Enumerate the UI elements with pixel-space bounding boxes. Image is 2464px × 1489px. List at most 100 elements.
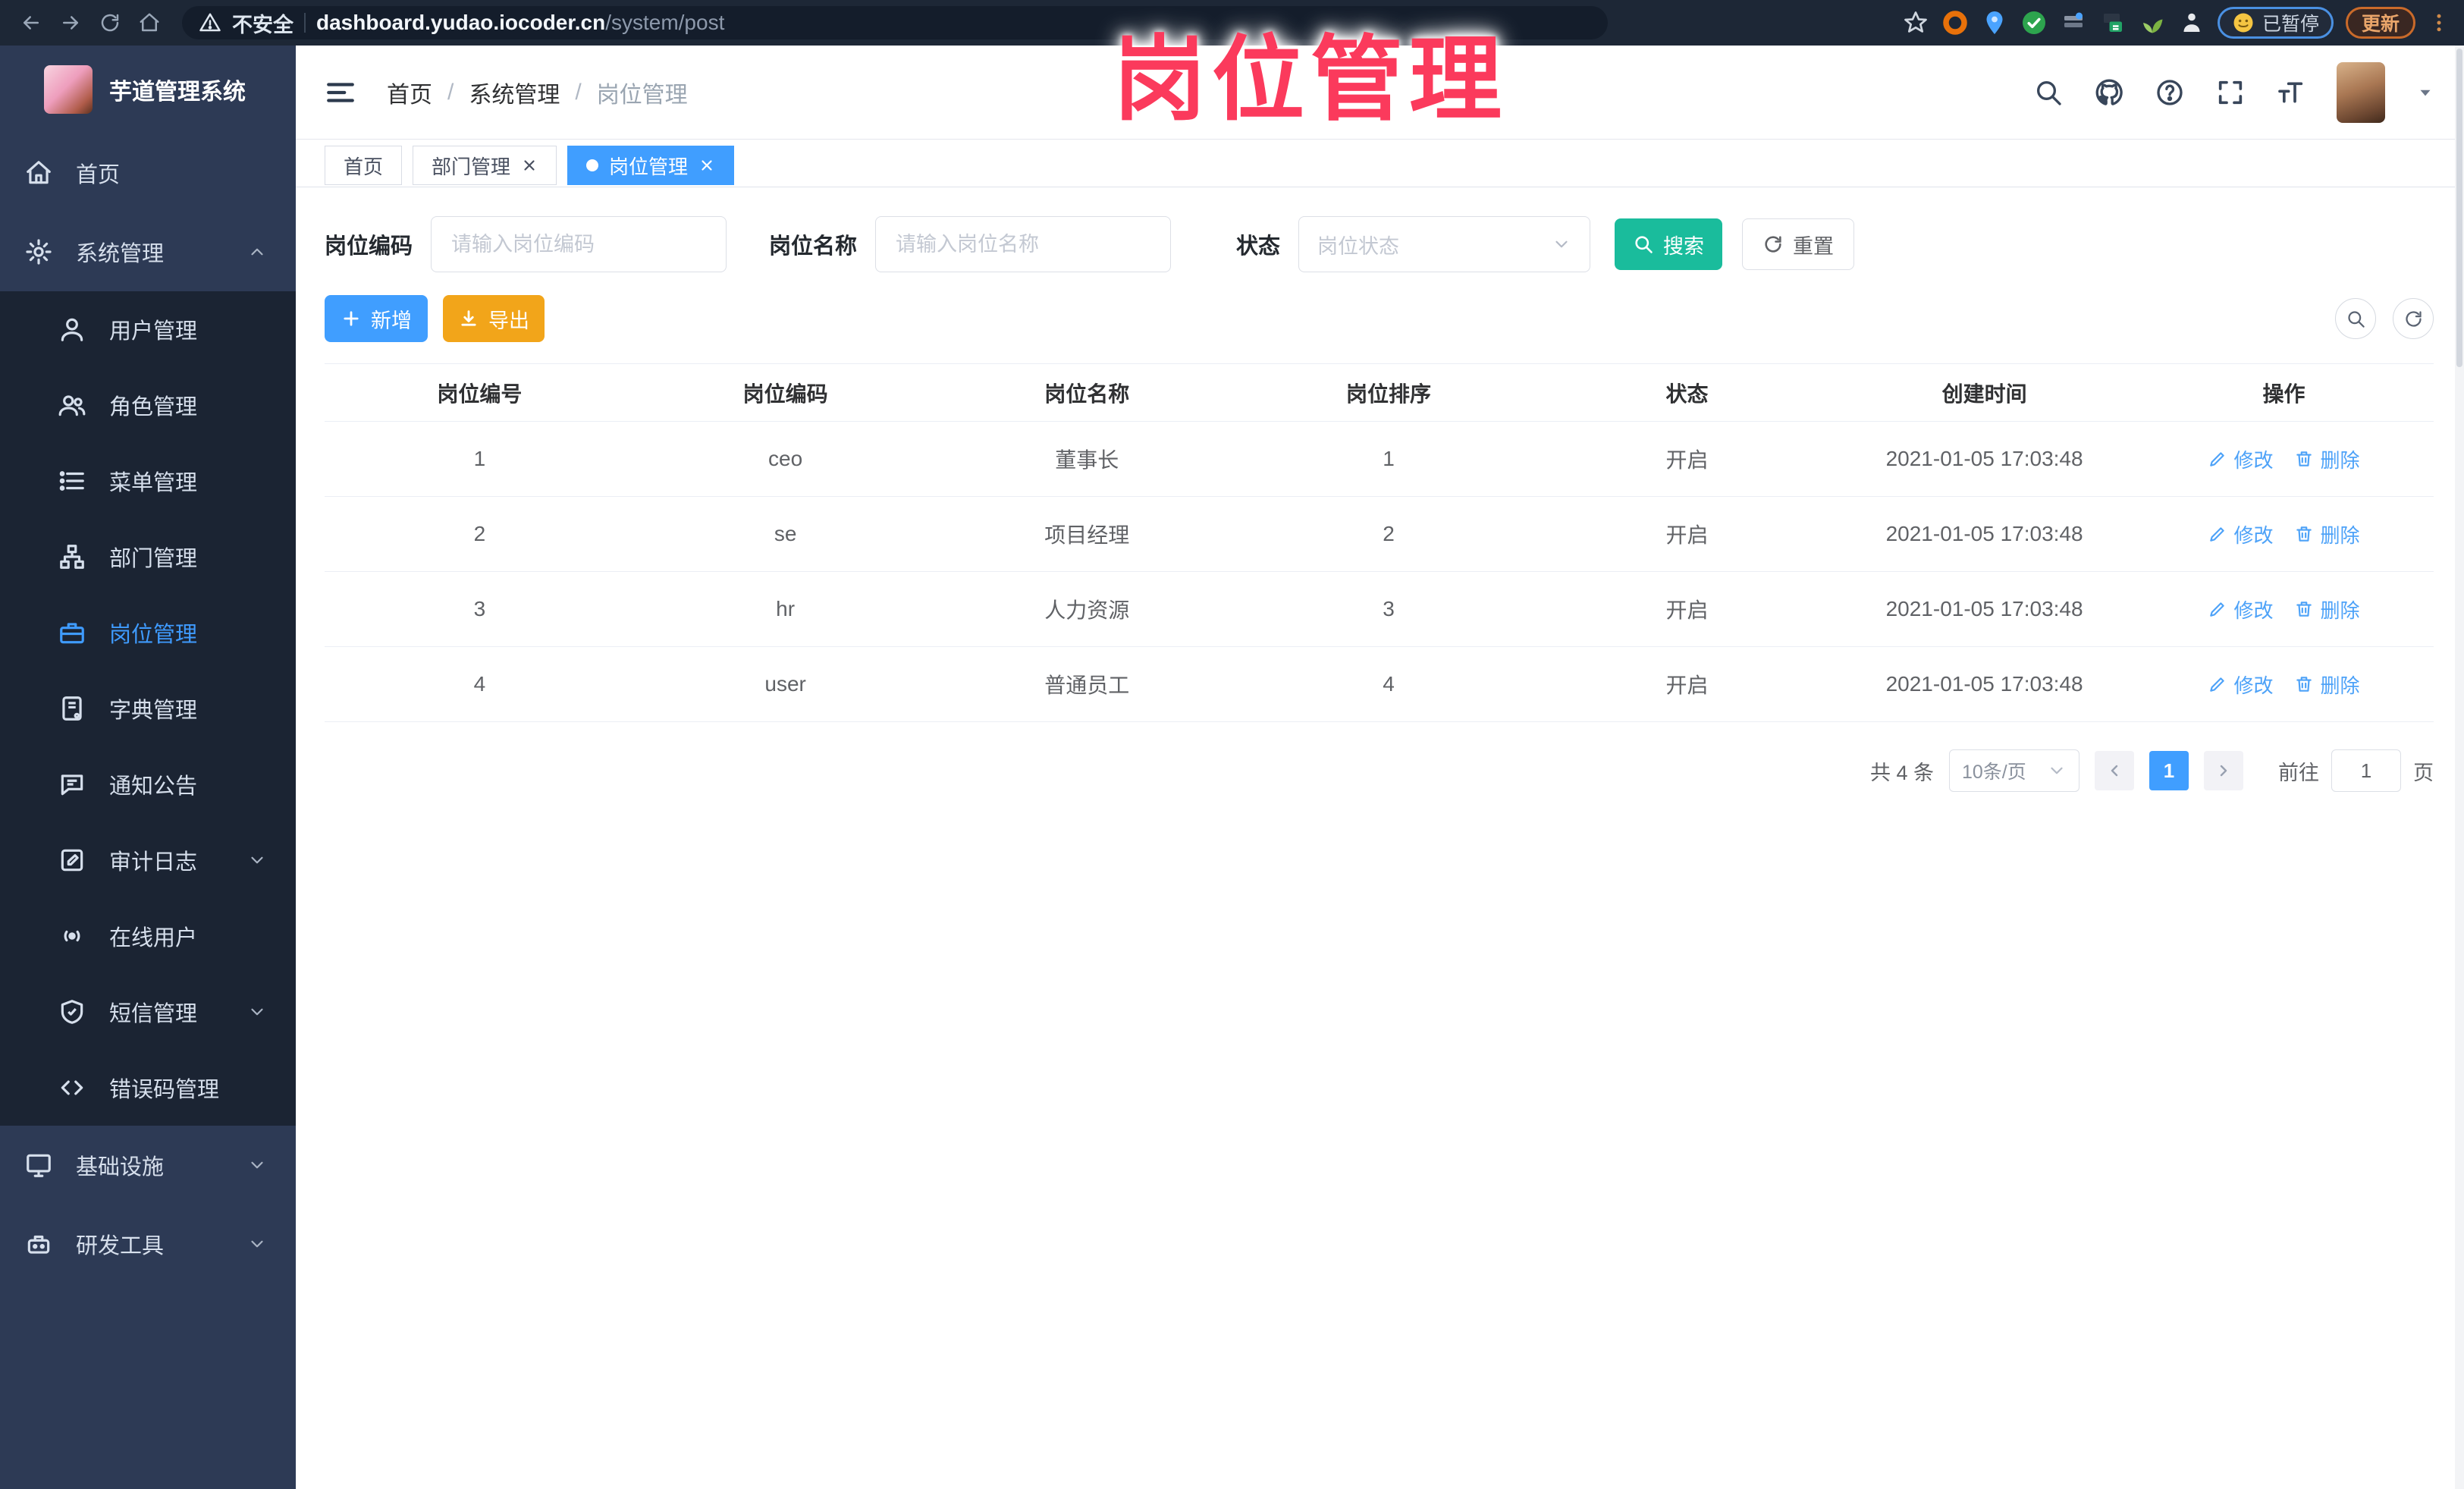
sidebar-item-error-code[interactable]: 错误码管理: [0, 1050, 296, 1126]
browser-extensions-area: 已暂停 更新: [1902, 7, 2450, 39]
breadcrumb-separator: /: [447, 79, 454, 105]
user-icon: [58, 315, 86, 344]
page-size-select[interactable]: 10条/页: [1949, 749, 2079, 792]
search-button[interactable]: 搜索: [1615, 218, 1723, 270]
edit-label: 修改: [2233, 523, 2274, 547]
browser-reload-icon[interactable]: [93, 5, 127, 40]
sidebar-toggle-icon[interactable]: [325, 77, 356, 108]
page-scrollbar[interactable]: [2455, 46, 2464, 1489]
chevron-right-icon: [2214, 762, 2233, 780]
add-button[interactable]: 新增: [325, 295, 428, 342]
sidebar-item-post-management[interactable]: 岗位管理: [0, 595, 296, 671]
sidebar-item-notice[interactable]: 通知公告: [0, 746, 296, 822]
export-button[interactable]: 导出: [443, 295, 545, 342]
cell-post-id: 2: [473, 522, 486, 545]
prev-page-button[interactable]: [2095, 751, 2134, 790]
breadcrumb: 首页 / 系统管理 / 岗位管理: [387, 76, 688, 109]
next-page-button[interactable]: [2204, 751, 2243, 790]
scrollbar-thumb[interactable]: [2456, 49, 2462, 367]
sidebar-item-infrastructure[interactable]: 基础设施: [0, 1126, 296, 1205]
close-icon[interactable]: [698, 157, 715, 174]
breadcrumb-item-home[interactable]: 首页: [387, 76, 432, 109]
sidebar-item-user-management[interactable]: 用户管理: [0, 291, 296, 367]
sidebar-item-system-management[interactable]: 系统管理: [0, 212, 296, 291]
sidebar-item-role-management[interactable]: 角色管理: [0, 367, 296, 443]
cell-actions: 修改 删除: [2134, 595, 2434, 624]
sidebar-item-label: 审计日志: [109, 850, 198, 875]
col-post-name: 岗位名称: [1044, 382, 1130, 406]
github-icon[interactable]: [2094, 77, 2124, 108]
tab-label: 部门管理: [432, 155, 511, 178]
white-puzzle-extension-icon[interactable]: [2178, 9, 2205, 36]
font-size-icon[interactable]: [2276, 77, 2306, 108]
app-title: 芋道管理系统: [109, 80, 246, 105]
browser-back-icon[interactable]: [14, 5, 49, 40]
reset-button-label: 重置: [1793, 234, 1835, 258]
gray-keyboard-extension-icon[interactable]: [2060, 9, 2087, 36]
cell-post-name: 人力资源: [1044, 598, 1130, 622]
tab-label: 首页: [344, 155, 384, 178]
export-button-label: 导出: [488, 309, 529, 332]
tab-dept-management[interactable]: 部门管理: [413, 146, 557, 185]
sidebar-item-audit-log[interactable]: 审计日志: [0, 822, 296, 898]
post-code-input[interactable]: [431, 216, 727, 272]
delete-link[interactable]: 删除: [2294, 671, 2359, 699]
green-sprout-extension-icon[interactable]: [2139, 9, 2166, 36]
green-card-extension-icon[interactable]: [2099, 9, 2127, 36]
audit-log-icon: [58, 846, 86, 875]
url-host: dashboard.yudao.iocoder.cn: [316, 11, 606, 34]
delete-link[interactable]: 删除: [2294, 520, 2359, 548]
edit-link[interactable]: 修改: [2208, 595, 2273, 624]
security-warning-icon: [199, 11, 221, 34]
search-icon[interactable]: [2033, 77, 2064, 108]
table-header-row: 岗位编号 岗位编码 岗位名称 岗位排序 状态 创建时间 操作: [325, 364, 2434, 422]
edit-link[interactable]: 修改: [2208, 520, 2273, 548]
caret-down-icon[interactable]: [2415, 83, 2435, 102]
refresh-table-button[interactable]: [2393, 298, 2434, 339]
dev-tools-icon: [24, 1230, 53, 1258]
extension-paused-badge[interactable]: 已暂停: [2217, 7, 2334, 39]
fullscreen-icon[interactable]: [2215, 77, 2246, 108]
close-icon[interactable]: [521, 157, 538, 174]
tab-post-management[interactable]: 岗位管理: [567, 146, 735, 185]
browser-update-button[interactable]: 更新: [2345, 7, 2415, 39]
orange-ring-extension-icon[interactable]: [1941, 9, 1969, 36]
cell-post-name: 普通员工: [1044, 674, 1130, 697]
reset-button[interactable]: 重置: [1742, 218, 1855, 270]
browser-home-icon[interactable]: [132, 5, 167, 40]
tab-home[interactable]: 首页: [325, 146, 403, 185]
current-page-button[interactable]: 1: [2149, 751, 2189, 790]
app-logo: [44, 65, 93, 114]
sidebar-item-home[interactable]: 首页: [0, 134, 296, 212]
bookmark-star-icon[interactable]: [1902, 9, 1929, 36]
toggle-search-button[interactable]: [2335, 298, 2376, 339]
add-button-label: 新增: [371, 309, 412, 332]
sidebar-item-dept-management[interactable]: 部门管理: [0, 519, 296, 595]
main-content: 岗位编码 岗位名称 状态 岗位状态 搜索 重置: [296, 187, 2464, 1489]
help-icon[interactable]: [2155, 77, 2185, 108]
sidebar-item-label: 用户管理: [109, 319, 198, 344]
avatar[interactable]: [2337, 61, 2385, 123]
sidebar-item-menu-management[interactable]: 菜单管理: [0, 443, 296, 519]
sidebar-item-dict-management[interactable]: 字典管理: [0, 671, 296, 746]
delete-link[interactable]: 删除: [2294, 445, 2359, 473]
goto-page-input[interactable]: [2331, 749, 2401, 792]
omnibox-divider: [304, 13, 306, 33]
status-select[interactable]: 岗位状态: [1298, 216, 1591, 272]
sidebar-item-online-users[interactable]: 在线用户: [0, 898, 296, 974]
sidebar-item-dev-tools[interactable]: 研发工具: [0, 1205, 296, 1283]
gear-icon: [24, 237, 53, 266]
blue-pin-extension-icon[interactable]: [1981, 9, 2008, 36]
edit-link[interactable]: 修改: [2208, 445, 2273, 473]
browser-menu-dots-icon[interactable]: [2428, 11, 2450, 34]
header-actions: [2033, 61, 2435, 123]
green-check-extension-icon[interactable]: [2020, 9, 2048, 36]
browser-forward-icon[interactable]: [53, 5, 88, 40]
col-created: 创建时间: [1941, 382, 2027, 406]
delete-link[interactable]: 删除: [2294, 595, 2359, 624]
post-name-input[interactable]: [875, 216, 1172, 272]
edit-link[interactable]: 修改: [2208, 671, 2273, 699]
sidebar-item-sms-management[interactable]: 短信管理: [0, 974, 296, 1050]
breadcrumb-item-system[interactable]: 系统管理: [469, 76, 560, 109]
sidebar-item-label: 字典管理: [109, 699, 198, 723]
